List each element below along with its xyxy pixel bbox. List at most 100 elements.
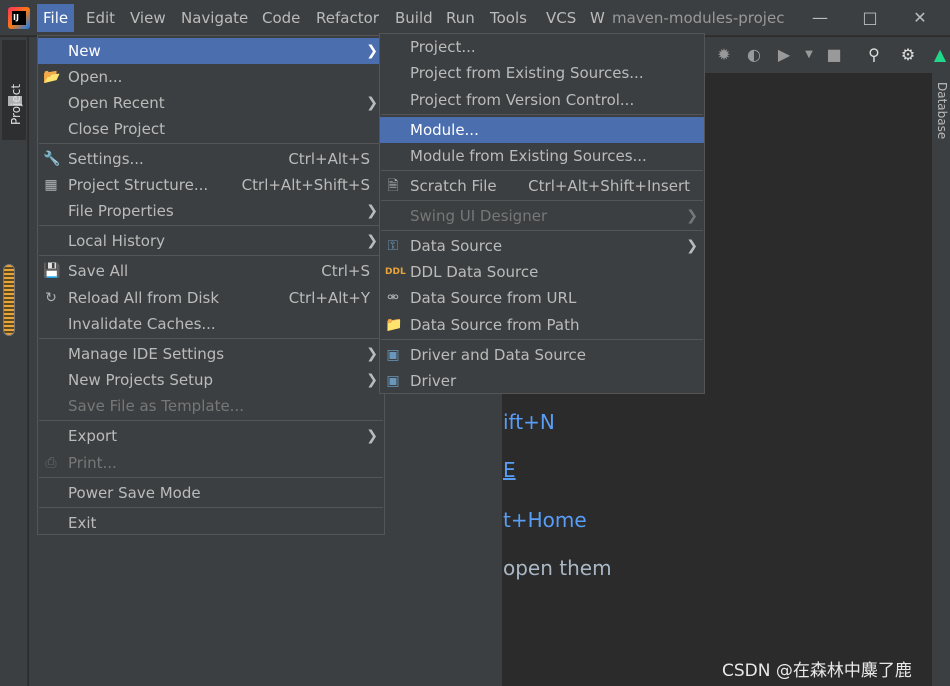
database-icon: ⚿ [387,238,399,254]
file-menu-manage-ide-settings-label: Manage IDE Settings [68,345,225,363]
file-menu-local-history[interactable]: Local History ❯ [38,228,384,254]
file-menu-reload[interactable]: ↻ Reload All from Disk Ctrl+Alt+Y [38,285,384,311]
minimize-icon[interactable]: — [800,4,840,32]
file-menu-local-history-label: Local History [68,232,166,250]
maximize-icon[interactable]: □ [850,4,890,32]
gear-icon[interactable]: ⚙ [899,46,917,64]
new-submenu: Project... Project from Existing Sources… [379,33,705,394]
search-icon[interactable]: ⚲ [865,46,883,64]
hint-new-file: ift+N [503,410,555,434]
menu-separator [39,477,383,478]
file-menu-close-project-label: Close Project [68,120,165,138]
menu-build[interactable]: Build [389,4,439,32]
file-menu-power-save-mode[interactable]: Power Save Mode [38,480,384,506]
file-menu-close-project[interactable]: Close Project [38,116,384,142]
file-menu-new-projects-setup[interactable]: New Projects Setup ❯ [38,367,384,393]
file-menu-open[interactable]: 📂 Open... [38,64,384,90]
menu-vcs[interactable]: VCS [540,4,582,32]
plug-icon: ⚮ [387,290,399,306]
file-menu-export-label: Export [68,427,118,445]
scratch-file-icon: 🗎 [387,178,399,194]
file-menu-settings[interactable]: 🔧 Settings... Ctrl+Alt+S [38,146,384,172]
file-menu-project-structure-label: Project Structure... [68,176,209,194]
file-menu-export[interactable]: Export ❯ [38,423,384,449]
file-menu-new[interactable]: New ❯ [38,38,384,64]
memory-indicator[interactable] [3,264,15,336]
new-project-label: Project... [410,38,476,56]
new-driver-and-data-source[interactable]: ▣ Driver and Data Source [380,342,704,368]
new-scratch-file-label: Scratch File [410,177,497,195]
file-menu-open-recent[interactable]: Open Recent ❯ [38,90,384,116]
file-menu-file-properties[interactable]: File Properties ❯ [38,198,384,224]
menu-edit[interactable]: Edit [80,4,121,32]
new-driver[interactable]: ▣ Driver [380,368,704,394]
new-project-vcs[interactable]: Project from Version Control... [380,87,704,113]
file-menu-save-as-template-label: Save File as Template... [68,397,244,415]
file-menu-manage-ide-settings[interactable]: Manage IDE Settings ❯ [38,341,384,367]
shortcut: Ctrl+Alt+S [288,150,370,168]
chevron-right-icon: ❯ [686,208,698,224]
menu-window[interactable]: W [584,4,611,32]
menu-file[interactable]: File [37,4,75,32]
file-menu-print-label: Print... [68,454,117,472]
file-menu-exit[interactable]: Exit [38,510,384,536]
hint-navigation-bar: t+Home [503,508,587,532]
shortcut: Ctrl+Alt+Y [288,289,370,307]
close-icon[interactable]: ✕ [900,4,940,32]
chevron-right-icon: ❯ [366,203,378,219]
menu-code[interactable]: Code [256,4,306,32]
file-menu-new-label: New [68,42,101,60]
jetbrains-toolbox-icon[interactable]: ▲ [931,46,949,64]
right-tool-stripe [932,73,950,686]
file-menu-settings-label: Settings... [68,150,144,168]
new-module-existing-sources-label: Module from Existing Sources... [410,147,647,165]
coverage-icon[interactable]: ◐ [745,46,763,64]
file-menu-file-properties-label: File Properties [68,202,174,220]
new-data-source-path[interactable]: 📁 Data Source from Path [380,312,704,338]
new-data-source[interactable]: ⚿ Data Source ❯ [380,233,704,259]
file-menu: New ❯ 📂 Open... Open Recent ❯ Close Project… [37,35,385,535]
driver-icon: ▣ [386,347,400,363]
window-title: maven-modules-projec [612,9,785,27]
main-toolbar: ✹ ◐ ▶ ▼ ■ ⚲ ⚙ ▲ [705,37,950,73]
menu-tools[interactable]: Tools [484,4,533,32]
file-menu-save-all[interactable]: 💾 Save All Ctrl+S [38,258,384,284]
save-icon: 💾 [43,263,61,279]
chevron-right-icon: ❯ [366,346,378,362]
new-data-source-url[interactable]: ⚮ Data Source from URL [380,285,704,311]
menu-navigate[interactable]: Navigate [175,4,254,32]
new-driver-and-data-source-label: Driver and Data Source [410,346,587,364]
file-menu-new-projects-setup-label: New Projects Setup [68,371,214,389]
new-module[interactable]: Module... [380,117,704,143]
folder-icon: 📁 [385,317,403,333]
reload-icon: ↻ [45,290,57,306]
menu-view[interactable]: View [124,4,172,32]
file-menu-project-structure[interactable]: ▦ Project Structure... Ctrl+Alt+Shift+S [38,172,384,198]
database-tab-label[interactable]: Database [935,82,949,139]
new-module-existing-sources[interactable]: Module from Existing Sources... [380,143,704,169]
file-menu-power-save-mode-label: Power Save Mode [68,484,201,502]
new-module-label: Module... [410,121,479,139]
chevron-right-icon: ❯ [686,238,698,254]
file-menu-save-all-label: Save All [68,262,129,280]
menu-separator [381,339,703,340]
driver-icon: ▣ [386,373,400,389]
stop-icon[interactable]: ■ [825,46,843,64]
chevron-down-icon[interactable]: ▼ [800,46,818,64]
file-menu-invalidate-caches[interactable]: Invalidate Caches... [38,311,384,337]
menu-bar: IJ File Edit View Navigate Code Refactor… [0,0,950,36]
new-data-source-label: Data Source [410,237,503,255]
new-project-vcs-label: Project from Version Control... [410,91,635,109]
new-project-existing-sources[interactable]: Project from Existing Sources... [380,60,704,86]
menu-separator [381,114,703,115]
hint-shortcut: E [503,458,516,482]
menu-run[interactable]: Run [440,4,481,32]
debug-icon[interactable]: ✹ [715,46,733,64]
project-structure-icon: ▦ [44,177,58,193]
hint-drop-files: open them [503,556,612,580]
new-project[interactable]: Project... [380,34,704,60]
profile-icon[interactable]: ▶ [775,46,793,64]
menu-refactor[interactable]: Refactor [310,4,385,32]
new-scratch-file[interactable]: 🗎 Scratch File Ctrl+Alt+Shift+Insert [380,173,704,199]
new-ddl-data-source[interactable]: DDL DDL Data Source [380,259,704,285]
